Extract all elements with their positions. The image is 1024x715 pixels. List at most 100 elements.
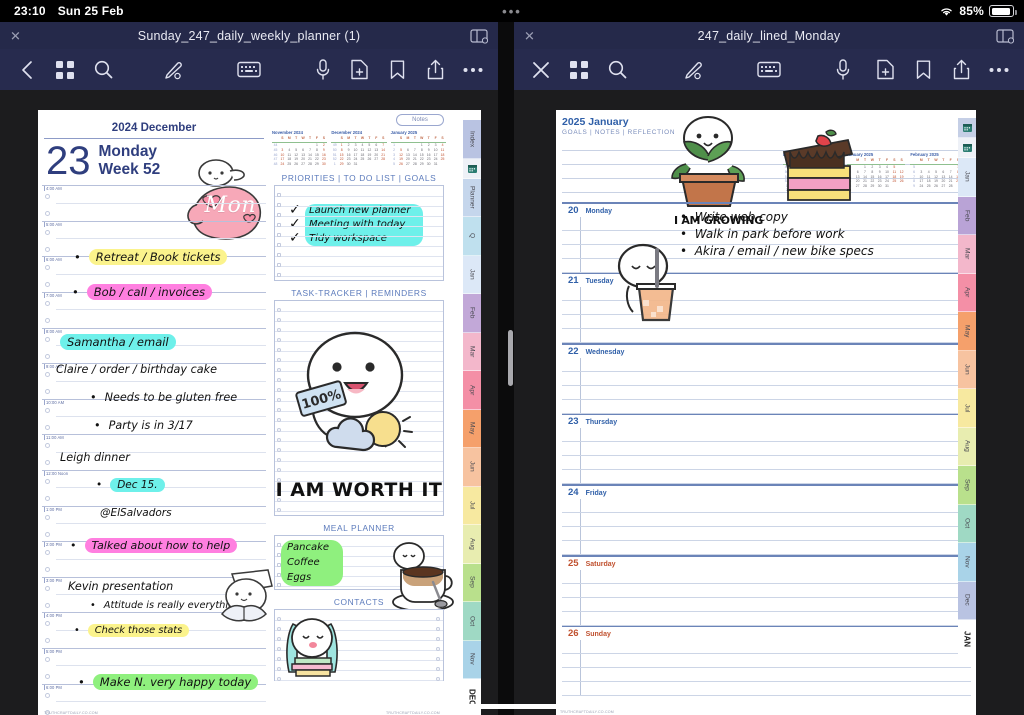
tab-aug[interactable]: Aug [463, 525, 481, 564]
tab-mar[interactable]: Mar [958, 235, 976, 274]
mini-calendar-day[interactable] [891, 184, 898, 189]
info-icon[interactable] [958, 118, 976, 138]
tab-sep[interactable]: Sep [958, 466, 976, 505]
right-planner-page[interactable]: 2025 January GOALS | NOTES | REFLECTION … [556, 110, 976, 715]
left-newpage-button[interactable] [340, 53, 378, 87]
tab-sep[interactable]: Sep [463, 563, 481, 602]
mini-calendar[interactable]: January 2025 S M T W T F S 1 1 2 3 4 2 5 6 7 8 9 10 11 3 12 13 1… [390, 130, 446, 167]
tab-planner[interactable]: Planner [463, 178, 481, 217]
mini-calendar-day[interactable]: 28 [307, 162, 314, 167]
tab-index[interactable]: Index [463, 120, 481, 159]
right-microphone-button[interactable] [824, 53, 862, 87]
tab-jan[interactable]: JAN [958, 620, 976, 659]
left-back-button[interactable] [8, 53, 46, 87]
time-slot[interactable]: 8:00 AM [42, 327, 266, 364]
mini-calendar-day[interactable]: 29 [869, 184, 876, 189]
time-slot[interactable]: 1:00 PM [42, 505, 266, 542]
left-search-button[interactable] [84, 53, 122, 87]
tab-jun[interactable]: Jun [463, 448, 481, 487]
mini-calendar-day[interactable]: 26 [293, 162, 300, 167]
mini-calendar-day[interactable]: 27 [940, 184, 947, 189]
mini-calendar-day[interactable]: 30 [876, 184, 883, 189]
mini-calendar-day[interactable]: 26 [932, 184, 939, 189]
time-slot[interactable]: 10:00 AM [42, 398, 266, 435]
mini-calendar-day[interactable]: 24 [279, 162, 286, 167]
notes-button[interactable]: Notes [396, 114, 444, 126]
tab-nov[interactable]: Nov [463, 640, 481, 679]
time-slot[interactable]: 12:00 Noon [42, 469, 266, 506]
tab-jul[interactable]: Jul [958, 389, 976, 428]
mini-calendar-day[interactable] [439, 162, 446, 167]
tab-mar[interactable]: Mar [463, 332, 481, 371]
tab-apr[interactable]: Apr [958, 273, 976, 312]
left-microphone-button[interactable] [304, 53, 342, 87]
left-keyboard-button[interactable] [230, 53, 268, 87]
tab-aug[interactable]: Aug [958, 427, 976, 466]
tab-jun[interactable]: Jun [958, 350, 976, 389]
time-slot[interactable]: 6:00 AM [42, 256, 266, 292]
day-row[interactable]: 25 Saturday [562, 554, 971, 626]
right-split-view-icon[interactable] [996, 28, 1015, 44]
mini-calendar-day[interactable]: 1 [331, 162, 338, 167]
mini-calendar-day[interactable]: 26 [398, 162, 405, 167]
right-pen-button[interactable] [676, 53, 714, 87]
right-share-button[interactable] [942, 53, 980, 87]
time-slot[interactable]: 11:00 AM [42, 434, 266, 470]
mini-calendar-day[interactable]: 31 [432, 162, 439, 167]
tab-feb[interactable]: Feb [958, 196, 976, 235]
right-keyboard-button[interactable] [750, 53, 788, 87]
mini-calendar-day[interactable] [366, 162, 373, 167]
mini-calendar-day[interactable]: 25 [286, 162, 293, 167]
home-indicator[interactable] [377, 704, 647, 709]
left-planner-page[interactable]: 2024 December 23 Monday Week 52 Mon 4:00… [38, 110, 481, 715]
mini-calendar-day[interactable] [359, 162, 366, 167]
mini-calendar-day[interactable]: 30 [345, 162, 352, 167]
left-pen-button[interactable] [156, 53, 194, 87]
day-row[interactable]: 22 Wednesday [562, 343, 971, 414]
right-window-close-icon[interactable]: ✕ [524, 29, 535, 42]
mini-calendar-day[interactable]: 24 [918, 184, 925, 189]
calendar-icon[interactable] [958, 138, 976, 158]
right-bookmark-button[interactable] [904, 53, 942, 87]
mini-calendar-day[interactable]: 25 [925, 184, 932, 189]
right-more-button[interactable] [980, 53, 1018, 87]
mini-calendar-day[interactable]: 30 [320, 162, 327, 167]
right-document-canvas[interactable]: 2025 January GOALS | NOTES | REFLECTION … [514, 90, 1024, 715]
right-search-button[interactable] [598, 53, 636, 87]
time-slot[interactable]: 7:00 AM [42, 291, 266, 328]
tab-q[interactable]: Q [463, 217, 481, 256]
left-document-canvas[interactable]: 2024 December 23 Monday Week 52 Mon 4:00… [0, 90, 498, 715]
time-slot[interactable]: 4:00 AM [42, 185, 266, 221]
right-close-button[interactable] [522, 53, 560, 87]
contacts-box[interactable] [274, 609, 444, 682]
day-row[interactable]: 26 Sunday [562, 625, 971, 697]
mini-calendar-day[interactable] [373, 162, 380, 167]
mini-calendar-day[interactable]: 27 [404, 162, 411, 167]
tab-oct[interactable]: Oct [958, 504, 976, 543]
mini-calendar[interactable]: December 2024 S M T W T F S 49 1 2 3 4 5 6 7 50 8 9 10 11 12 1… [331, 130, 387, 167]
tab-jan[interactable]: Jan [958, 158, 976, 197]
tab-oct[interactable]: Oct [463, 602, 481, 641]
mini-calendar-day[interactable] [380, 162, 387, 167]
mini-calendar-day[interactable]: 30 [425, 162, 432, 167]
mini-calendar-day[interactable] [898, 184, 905, 189]
left-bookmark-button[interactable] [378, 53, 416, 87]
left-thumbnails-button[interactable] [46, 53, 84, 87]
mini-calendar[interactable]: November 2024 S M T W T F S 44 1 2 45 3 4 5 6 7 8 9 46 10 11 1… [272, 130, 328, 167]
task-tracker-box[interactable]: 100% I AM WORTH IT [274, 300, 444, 517]
day-row[interactable]: 24 Friday [562, 484, 971, 555]
mini-calendar-day[interactable]: 28 [861, 184, 868, 189]
time-slot[interactable]: 9:00 AM [42, 363, 266, 399]
left-window-close-icon[interactable]: ✕ [10, 29, 21, 42]
mini-calendar-day[interactable]: 31 [352, 162, 359, 167]
tab-feb[interactable]: Feb [463, 294, 481, 333]
calendar-icon[interactable] [463, 158, 481, 179]
mini-calendar-day[interactable]: 48 [272, 162, 279, 167]
time-slot[interactable]: 5:00 PM [42, 647, 266, 684]
left-split-view-icon[interactable] [470, 28, 489, 44]
right-month-tabs[interactable]: Jan Feb Mar Apr May Jun Jul Aug Sep Oct Nov Dec JAN [958, 118, 976, 659]
tab-dec[interactable]: DEC [463, 679, 481, 715]
right-thumbnails-button[interactable] [560, 53, 598, 87]
tab-may[interactable]: May [463, 409, 481, 448]
todo-checkmark[interactable]: ✓ [289, 230, 301, 246]
